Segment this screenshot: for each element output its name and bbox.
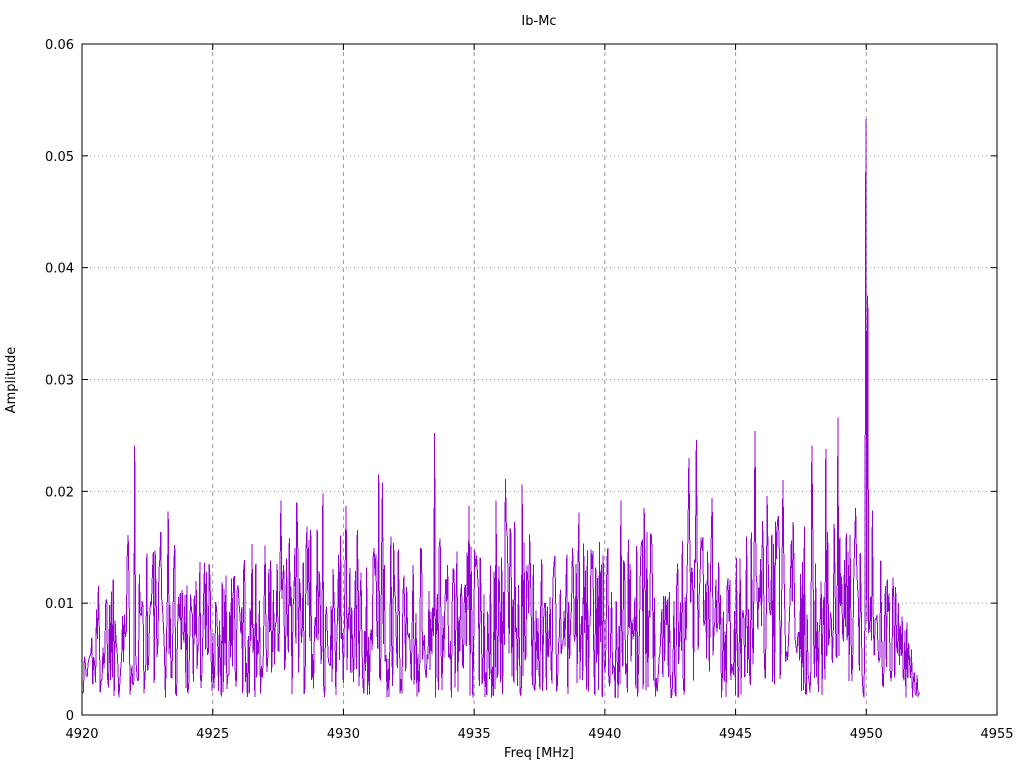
x-tick-label: 4925 [196, 727, 229, 742]
x-tick-label: 4935 [458, 727, 491, 742]
y-tick-label: 0.04 [45, 262, 74, 277]
y-tick-label: 0.02 [45, 485, 74, 500]
y-tick-label: 0 [66, 709, 74, 724]
chart-figure: 4920 4925 4930 4935 4940 4945 4950 4955 0 0.01 0.0… [0, 0, 1024, 768]
x-tick-label: 4920 [65, 727, 98, 742]
y-tick-label: 0.03 [45, 374, 74, 389]
series-layer [82, 118, 921, 699]
x-tick-label: 4955 [980, 727, 1013, 742]
y-tick-label: 0.06 [45, 38, 74, 53]
y-axis-label: Amplitude [4, 347, 19, 414]
x-tick-label: 4930 [327, 727, 360, 742]
chart-title: Ib-Mc [521, 14, 556, 29]
spectrum-chart: 4920 4925 4930 4935 4940 4945 4950 4955 0 0.01 0.0… [4, 14, 1014, 761]
x-tick-label: 4945 [719, 727, 752, 742]
x-axis-label: Freq [MHz] [504, 746, 574, 761]
y-tick-label: 0.05 [45, 150, 74, 165]
x-tick-label: 4950 [850, 727, 883, 742]
series-line [82, 118, 921, 699]
x-tick-label: 4940 [588, 727, 621, 742]
y-tick-label: 0.01 [45, 597, 74, 612]
